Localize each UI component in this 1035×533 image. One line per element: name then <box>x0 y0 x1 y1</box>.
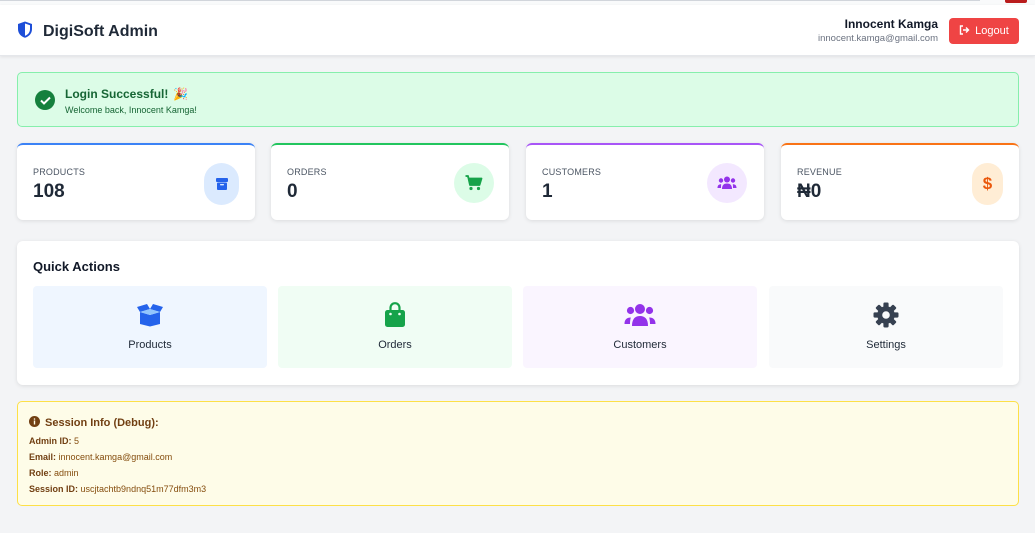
user-email: innocent.kamga@gmail.com <box>817 33 938 44</box>
quick-action-products[interactable]: Products <box>33 286 267 368</box>
brand-title: DigiSoft Admin <box>43 23 158 40</box>
debug-row-email: Email: innocent.kamga@gmail.com <box>29 452 172 462</box>
stat-card-orders: ORDERS 0 <box>271 143 509 220</box>
quick-actions-title: Quick Actions <box>33 259 120 274</box>
users-icon <box>624 302 656 328</box>
quick-actions-panel: Quick Actions Products Orders Customers … <box>17 241 1019 385</box>
stat-label: REVENUE <box>797 167 842 177</box>
user-info: Innocent Kamga innocent.kamga@gmail.com <box>818 17 938 46</box>
session-debug-panel: Session Info (Debug): Admin ID: 5 Email:… <box>17 401 1019 506</box>
logout-button[interactable]: Logout <box>949 18 1019 44</box>
top-divider <box>0 0 980 1</box>
stat-label: CUSTOMERS <box>542 167 602 177</box>
debug-value: admin <box>54 468 79 478</box>
quick-action-label: Orders <box>378 339 412 351</box>
debug-key: Session ID: <box>29 484 79 494</box>
quick-action-label: Products <box>128 339 172 351</box>
user-name: Innocent Kamga <box>844 17 938 31</box>
stat-value: 1 <box>542 181 553 202</box>
debug-key: Role: <box>29 468 52 478</box>
debug-value: innocent.kamga@gmail.com <box>58 452 173 462</box>
shield-icon <box>17 21 33 43</box>
stat-label: ORDERS <box>287 167 327 177</box>
quick-action-customers[interactable]: Customers <box>523 286 757 368</box>
login-success-alert: Login Successful! 🎉 Welcome back, Innoce… <box>17 72 1019 127</box>
party-popper-icon: 🎉 <box>173 87 189 101</box>
stat-card-revenue: REVENUE ₦0 $ <box>781 143 1019 220</box>
box-icon <box>204 163 239 205</box>
debug-key: Admin ID: <box>29 436 72 446</box>
stat-value: 108 <box>33 181 65 202</box>
stat-card-customers: CUSTOMERS 1 <box>526 143 764 220</box>
quick-action-label: Settings <box>866 339 906 351</box>
alert-title-text: Login Successful! <box>65 87 169 101</box>
quick-action-settings[interactable]: Settings <box>769 286 1003 368</box>
quick-action-label: Customers <box>613 339 667 351</box>
debug-title: Session Info (Debug): <box>29 416 159 430</box>
dollar-icon: $ <box>972 163 1003 205</box>
debug-row-admin-id: Admin ID: 5 <box>29 436 79 446</box>
quick-action-orders[interactable]: Orders <box>278 286 512 368</box>
shopping-bag-icon <box>384 302 406 328</box>
debug-title-text: Session Info (Debug): <box>45 417 159 429</box>
gear-icon <box>873 302 899 328</box>
alert-title: Login Successful! 🎉 <box>65 87 188 101</box>
alert-message: Welcome back, Innocent Kamga! <box>65 105 197 115</box>
debug-row-session-id: Session ID: uscjtachtb9ndnq51m77dfm3m3 <box>29 484 206 494</box>
info-circle-icon <box>29 416 40 430</box>
top-navbar: DigiSoft Admin Innocent Kamga innocent.k… <box>0 5 1035 56</box>
check-circle-icon <box>35 90 55 110</box>
stat-value: ₦0 <box>797 181 822 202</box>
debug-key: Email: <box>29 452 57 462</box>
cart-icon <box>454 163 494 203</box>
box-open-icon <box>136 302 164 328</box>
brand[interactable]: DigiSoft Admin <box>17 21 158 43</box>
stat-value: 0 <box>287 181 298 202</box>
top-accent <box>1005 0 1027 3</box>
sign-out-icon <box>959 24 970 38</box>
debug-value: 5 <box>74 436 80 446</box>
debug-value: uscjtachtb9ndnq51m77dfm3m3 <box>80 484 207 494</box>
debug-row-role: Role: admin <box>29 468 79 478</box>
stat-label: PRODUCTS <box>33 167 86 177</box>
logout-label: Logout <box>975 25 1009 37</box>
users-icon <box>707 163 747 203</box>
stat-card-products: PRODUCTS 108 <box>17 143 255 220</box>
